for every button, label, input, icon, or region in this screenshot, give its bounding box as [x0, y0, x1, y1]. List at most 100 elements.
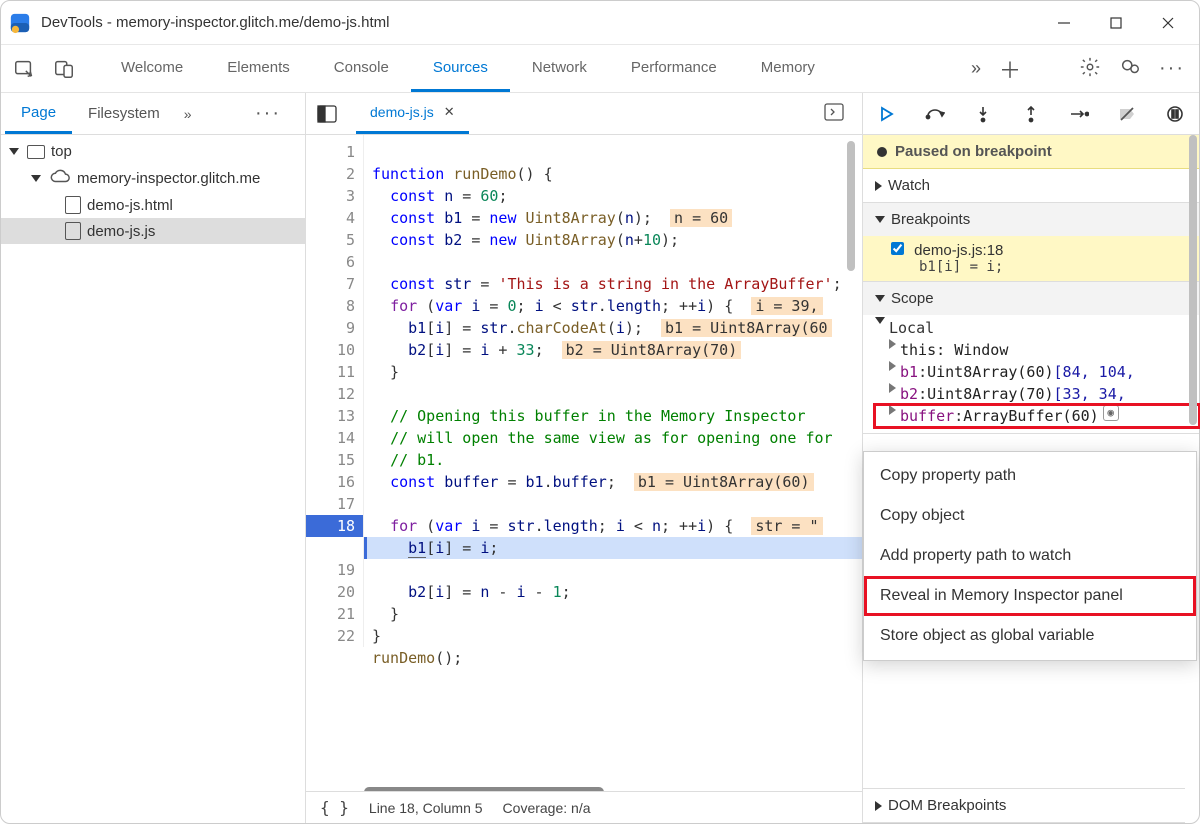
- step-over-icon[interactable]: [925, 104, 945, 124]
- scope-section: Scope Local this: Window b1: Uint8Array(…: [863, 282, 1199, 434]
- close-file-icon[interactable]: ✕: [444, 104, 455, 120]
- tab-elements[interactable]: Elements: [205, 45, 312, 92]
- ctx-copy-object[interactable]: Copy object: [864, 496, 1196, 536]
- navigator-tabs: Page Filesystem » ···: [1, 93, 305, 135]
- breakpoint-item[interactable]: demo-js.js:18 b1[i] = i;: [863, 236, 1199, 281]
- chevron-down-icon: [875, 216, 885, 223]
- panel-tabs: Welcome Elements Console Sources Network…: [99, 45, 837, 92]
- paused-text: Paused on breakpoint: [895, 143, 1052, 160]
- tree-root[interactable]: top: [1, 139, 305, 164]
- watch-section[interactable]: Watch: [863, 169, 1199, 203]
- tab-sources[interactable]: Sources: [411, 45, 510, 92]
- breakpoint-code: b1[i] = i;: [891, 259, 1187, 275]
- inspect-icon[interactable]: [9, 54, 39, 84]
- chevron-down-icon: [31, 175, 41, 182]
- code-editor[interactable]: 12345678910111213141516171819202122 func…: [306, 135, 862, 823]
- window-title: DevTools - memory-inspector.glitch.me/de…: [41, 14, 389, 31]
- tab-memory[interactable]: Memory: [739, 45, 837, 92]
- file-icon: [65, 196, 81, 214]
- ctx-copy-property-path[interactable]: Copy property path: [864, 456, 1196, 496]
- debug-toolbar: [863, 93, 1199, 135]
- navigator-tabs-overflow-icon[interactable]: »: [176, 106, 200, 122]
- tabs-overflow-icon[interactable]: »: [971, 58, 981, 79]
- devtools-icon: [9, 12, 31, 34]
- feedback-icon[interactable]: [1119, 56, 1141, 81]
- tree-file-html[interactable]: demo-js.html: [1, 192, 305, 218]
- breakpoints-label: Breakpoints: [891, 211, 970, 228]
- navigator-pane: Page Filesystem » ··· top memory-inspect…: [1, 93, 306, 823]
- deactivate-breakpoints-icon[interactable]: [1117, 104, 1137, 124]
- toggle-debugger-icon[interactable]: [812, 103, 856, 124]
- vertical-scrollbar[interactable]: [844, 141, 858, 541]
- add-tab-icon[interactable]: ＋: [999, 53, 1021, 85]
- scope-header[interactable]: Scope: [863, 282, 1199, 315]
- tree-root-label: top: [51, 143, 72, 160]
- paused-dot-icon: [877, 147, 887, 157]
- resume-icon[interactable]: [877, 104, 897, 124]
- maximize-icon[interactable]: [1107, 14, 1125, 32]
- pretty-print-icon[interactable]: { }: [320, 798, 349, 817]
- code-content: function runDemo() { const n = 60; const…: [364, 135, 862, 691]
- step-out-icon[interactable]: [1021, 104, 1041, 124]
- tab-console[interactable]: Console: [312, 45, 411, 92]
- memory-icon[interactable]: ◉: [1103, 405, 1119, 421]
- chevron-down-icon: [875, 295, 885, 302]
- breakpoint-checkbox[interactable]: [891, 242, 904, 255]
- navigator-more-icon[interactable]: ···: [235, 102, 301, 125]
- scope-buffer[interactable]: buffer: ArrayBuffer(60)◉: [875, 405, 1199, 427]
- tab-network[interactable]: Network: [510, 45, 609, 92]
- file-tree: top memory-inspector.glitch.me demo-js.h…: [1, 135, 305, 248]
- step-icon[interactable]: [1069, 104, 1089, 124]
- cursor-position: Line 18, Column 5: [369, 800, 483, 816]
- tree-file-label: demo-js.js: [87, 223, 155, 240]
- more-icon[interactable]: ···: [1159, 57, 1185, 80]
- settings-icon[interactable]: [1079, 56, 1101, 81]
- pause-on-exceptions-icon[interactable]: [1165, 104, 1185, 124]
- chevron-right-icon: [875, 801, 882, 811]
- scope-b1[interactable]: b1: Uint8Array(60) [84, 104,: [875, 361, 1199, 383]
- scope-local-header[interactable]: Local: [875, 317, 1199, 339]
- ctx-store-global[interactable]: Store object as global variable: [864, 616, 1196, 656]
- chevron-down-icon: [875, 317, 885, 324]
- tab-performance[interactable]: Performance: [609, 45, 739, 92]
- chevron-right-icon: [875, 181, 882, 191]
- tree-file-js[interactable]: demo-js.js: [1, 218, 305, 244]
- dom-breakpoints-section[interactable]: DOM Breakpoints: [863, 788, 1185, 823]
- scope-b2[interactable]: b2: Uint8Array(70) [33, 34,: [875, 383, 1199, 405]
- navigator-tab-page[interactable]: Page: [5, 93, 72, 134]
- breakpoint-label: demo-js.js:18: [914, 242, 1003, 259]
- minimize-icon[interactable]: [1055, 14, 1073, 32]
- editor-footer: { } Line 18, Column 5 Coverage: n/a: [306, 791, 862, 823]
- tab-welcome[interactable]: Welcome: [99, 45, 205, 92]
- close-icon[interactable]: [1159, 14, 1177, 32]
- titlebar: DevTools - memory-inspector.glitch.me/de…: [1, 1, 1199, 45]
- chevron-right-icon: [889, 383, 896, 393]
- scope-this[interactable]: this: Window: [875, 339, 1199, 361]
- navigator-tab-filesystem[interactable]: Filesystem: [72, 93, 176, 134]
- tree-domain-label: memory-inspector.glitch.me: [77, 170, 260, 187]
- chevron-right-icon: [889, 361, 896, 371]
- scope-body: Local this: Window b1: Uint8Array(60) [8…: [863, 315, 1199, 433]
- cloud-icon: [49, 168, 71, 188]
- editor-file-tab[interactable]: demo-js.js ✕: [356, 93, 469, 134]
- breakpoints-header[interactable]: Breakpoints: [863, 203, 1199, 236]
- ctx-add-to-watch[interactable]: Add property path to watch: [864, 536, 1196, 576]
- tree-domain[interactable]: memory-inspector.glitch.me: [1, 164, 305, 192]
- chevron-down-icon: [9, 148, 19, 155]
- device-icon[interactable]: [49, 54, 79, 84]
- context-menu: Copy property path Copy object Add prope…: [863, 451, 1197, 661]
- watch-label: Watch: [888, 177, 930, 194]
- editor-header: demo-js.js ✕: [306, 93, 862, 135]
- window-controls: [1055, 14, 1191, 32]
- step-into-icon[interactable]: [973, 104, 993, 124]
- editor-pane: demo-js.js ✕ 123456789101112131415161718…: [306, 93, 863, 823]
- debugger-pane: Paused on breakpoint Watch Breakpoints d…: [863, 93, 1199, 823]
- ctx-reveal-memory-inspector[interactable]: Reveal in Memory Inspector panel: [864, 576, 1196, 616]
- chevron-right-icon: [889, 339, 896, 349]
- paused-banner: Paused on breakpoint: [863, 135, 1199, 169]
- file-icon: [65, 222, 81, 240]
- coverage-status: Coverage: n/a: [503, 800, 591, 816]
- toggle-navigator-icon[interactable]: [312, 99, 342, 129]
- breakpoints-section: Breakpoints demo-js.js:18 b1[i] = i;: [863, 203, 1199, 282]
- main-toolbar: Welcome Elements Console Sources Network…: [1, 45, 1199, 93]
